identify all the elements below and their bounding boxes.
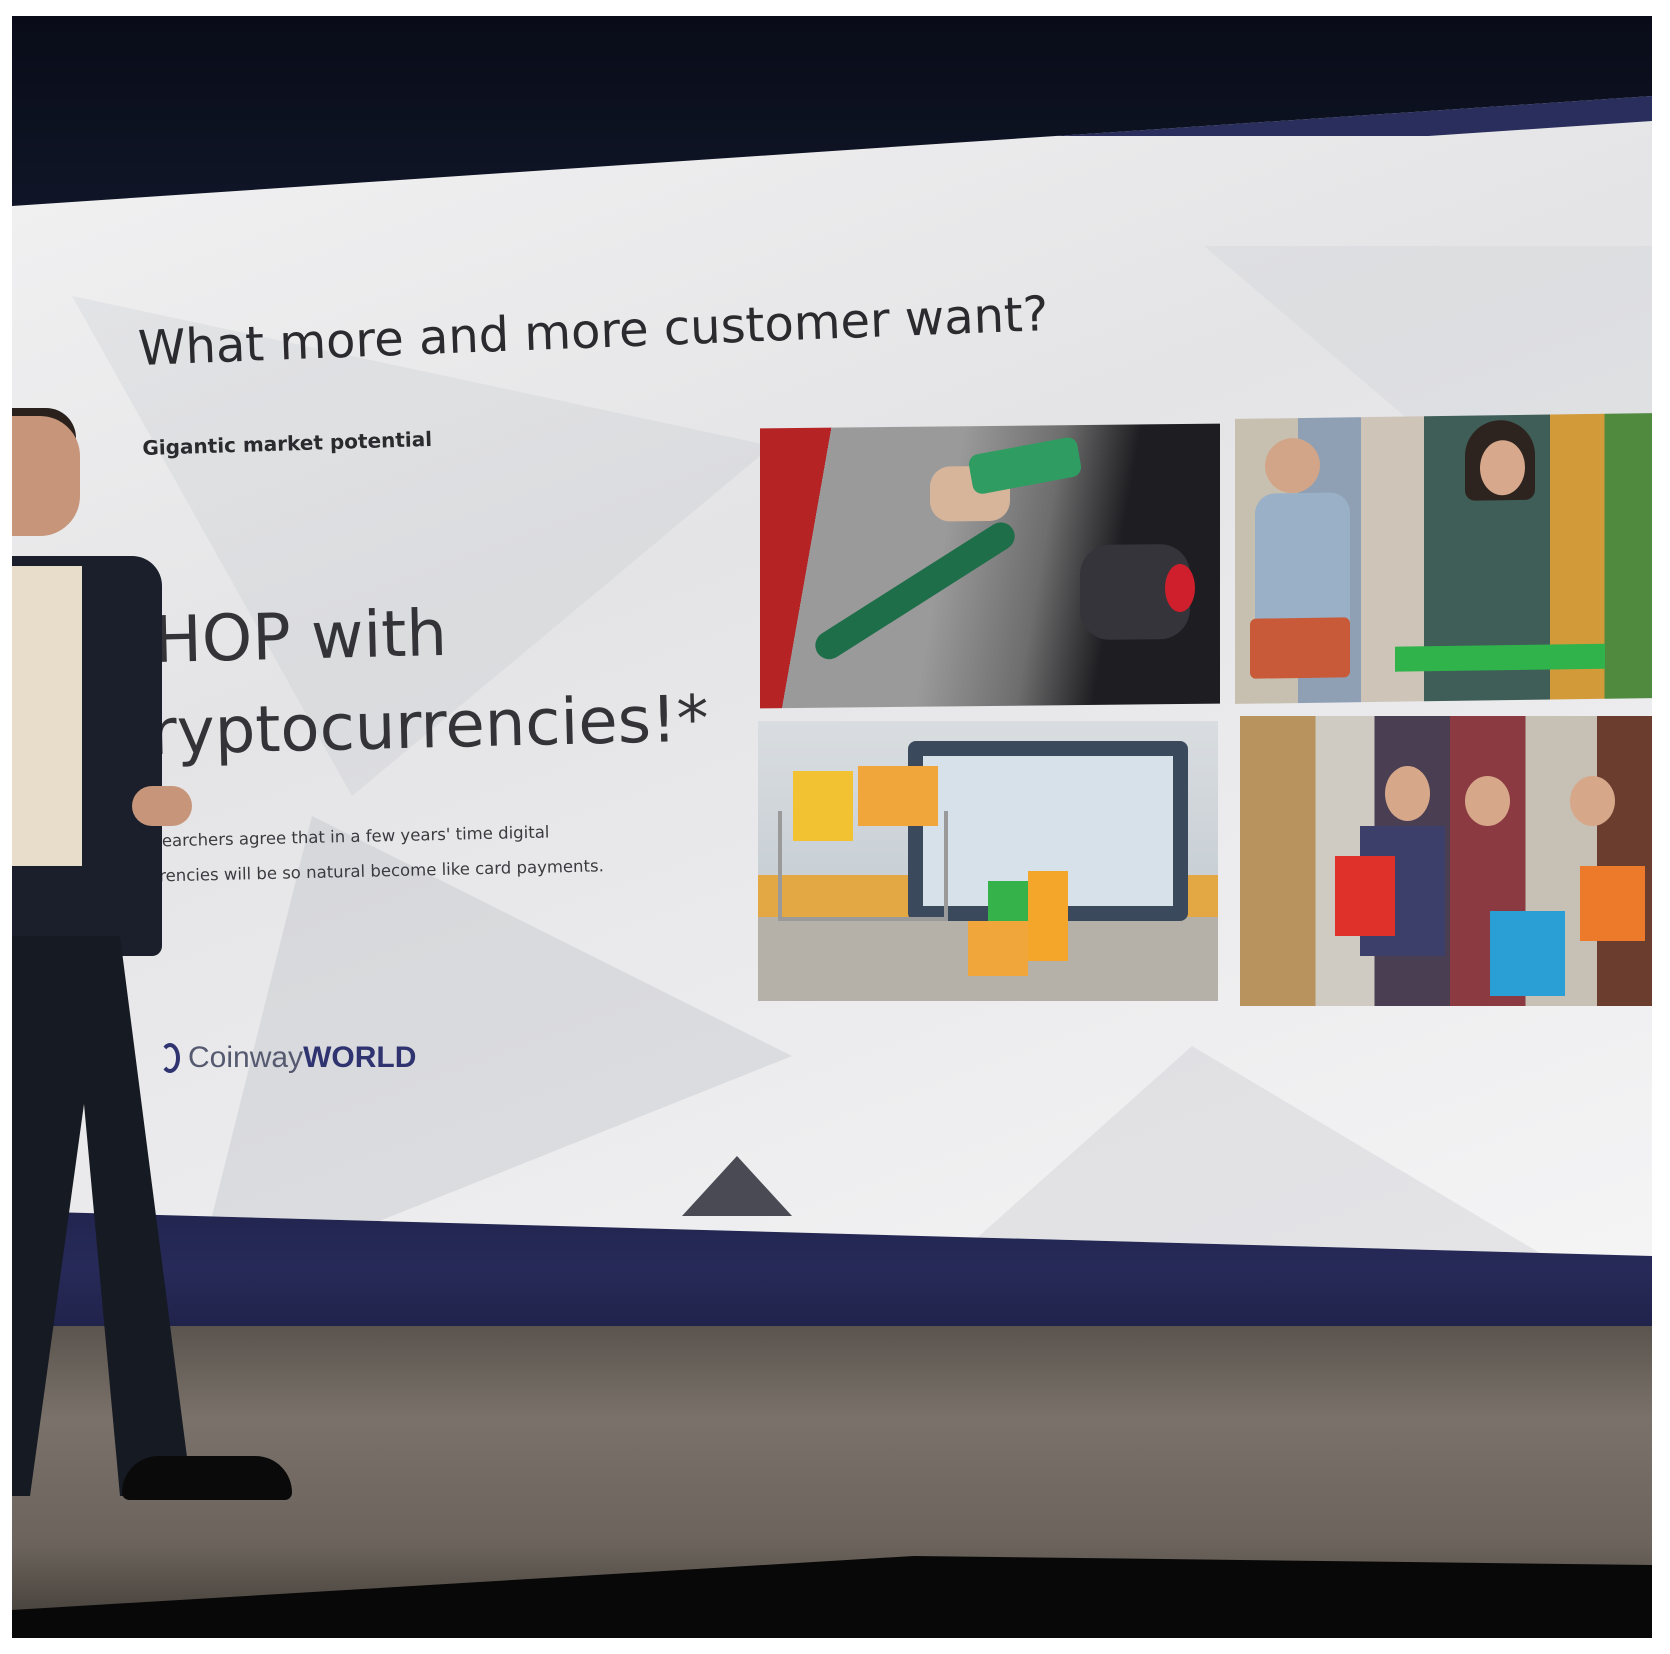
fuel-pump-photo [760, 423, 1220, 709]
grocery-shopping-photo [1235, 413, 1652, 704]
logo-text-world: WORLD [303, 1041, 417, 1074]
presenter-shirt [12, 566, 82, 866]
presenter-shoe [122, 1456, 292, 1500]
women-shopping-bags-photo [1240, 716, 1652, 1006]
online-shopping-cart-photo [758, 721, 1218, 1001]
presenter-head [12, 416, 80, 536]
presenter-legs [12, 936, 192, 1496]
event-photo: What more and more customer want? Gigant… [12, 16, 1652, 1638]
presenter-hand [132, 786, 192, 826]
presenter [12, 408, 292, 1500]
